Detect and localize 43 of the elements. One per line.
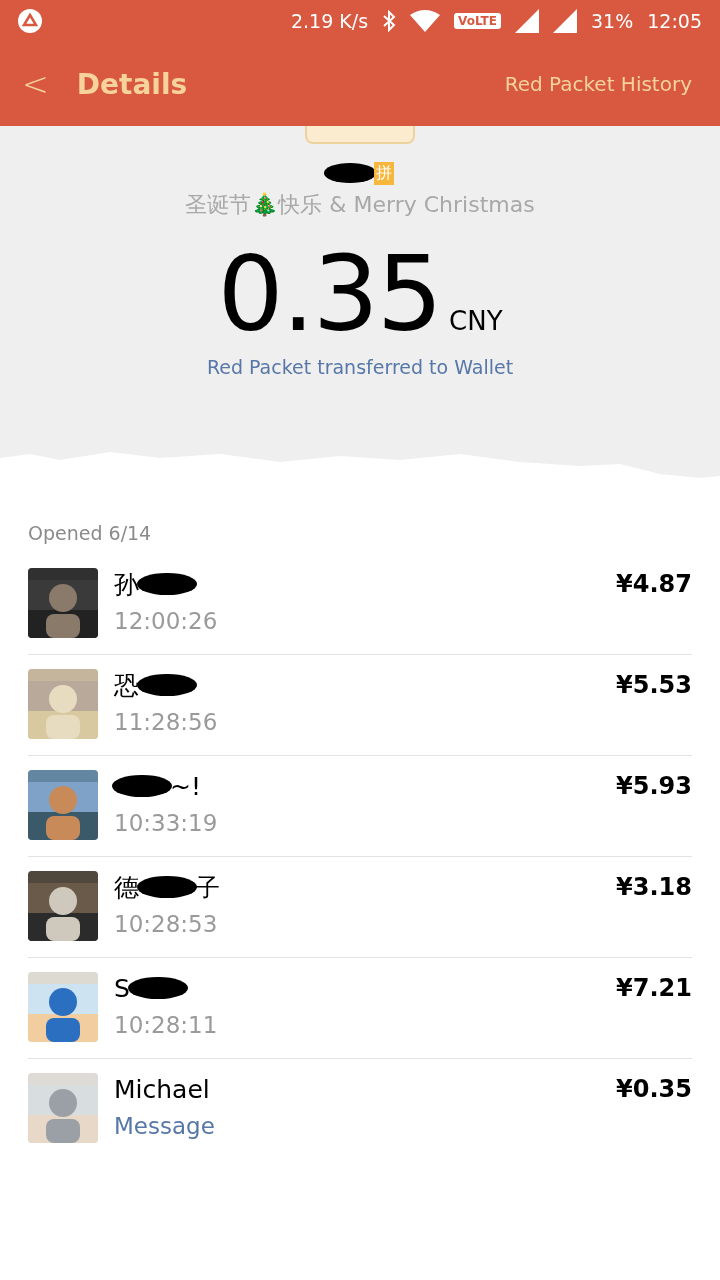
app-logo-icon <box>18 9 42 33</box>
name-text: 恐 <box>114 669 139 702</box>
back-button[interactable]: < <box>22 65 49 103</box>
name-text: 孙 <box>114 568 139 601</box>
transfer-note: Red Packet transferred to Wallet <box>206 356 514 378</box>
message-link[interactable]: Message <box>114 1113 215 1139</box>
redaction-mark <box>137 875 197 899</box>
name-text: 德 <box>114 871 139 904</box>
greeting-text: 圣诞节🎄快乐 & Merry Christmas <box>185 191 535 219</box>
open-time: 11:28:56 <box>114 709 219 735</box>
name-text: Michael <box>114 1074 210 1104</box>
group-badge: 拼 <box>374 161 395 185</box>
redaction-mark <box>323 163 377 183</box>
open-time: 10:33:19 <box>114 810 219 836</box>
open-time: 10:28:53 <box>114 911 219 937</box>
opened-count: Opened 6/14 <box>28 521 153 546</box>
amount-value: 0.35 <box>217 242 442 346</box>
signal-icon <box>515 9 539 33</box>
received-amount: ¥3.18 <box>616 872 692 903</box>
network-speed: 2.19 K/s <box>290 10 369 32</box>
history-link[interactable]: Red Packet History <box>504 72 692 96</box>
open-time: 10:28:11 <box>114 1012 219 1038</box>
clock: 12:05 <box>647 10 702 32</box>
bluetooth-icon <box>382 10 397 32</box>
received-amount: ¥0.35 <box>616 1074 692 1105</box>
currency-label: CNY <box>449 306 503 336</box>
received-amount: ¥5.53 <box>616 670 692 701</box>
open-time: 12:00:26 <box>114 608 219 634</box>
wifi-icon <box>410 10 441 32</box>
battery-level: 31% <box>591 10 634 32</box>
name-text: 子 <box>195 871 220 904</box>
received-amount: ¥4.87 <box>616 569 692 600</box>
page-title: Details <box>76 67 188 101</box>
redaction-mark <box>137 572 197 596</box>
volte-badge: VoLTE <box>454 13 501 29</box>
signal-icon <box>553 9 577 33</box>
received-amount: ¥5.93 <box>616 771 692 802</box>
redaction-mark <box>137 673 197 697</box>
name-text: S <box>114 973 130 1003</box>
name-text: ~! <box>170 771 201 801</box>
received-amount: ¥7.21 <box>616 973 692 1004</box>
redaction-mark <box>127 976 188 1000</box>
redaction-mark <box>112 774 172 798</box>
